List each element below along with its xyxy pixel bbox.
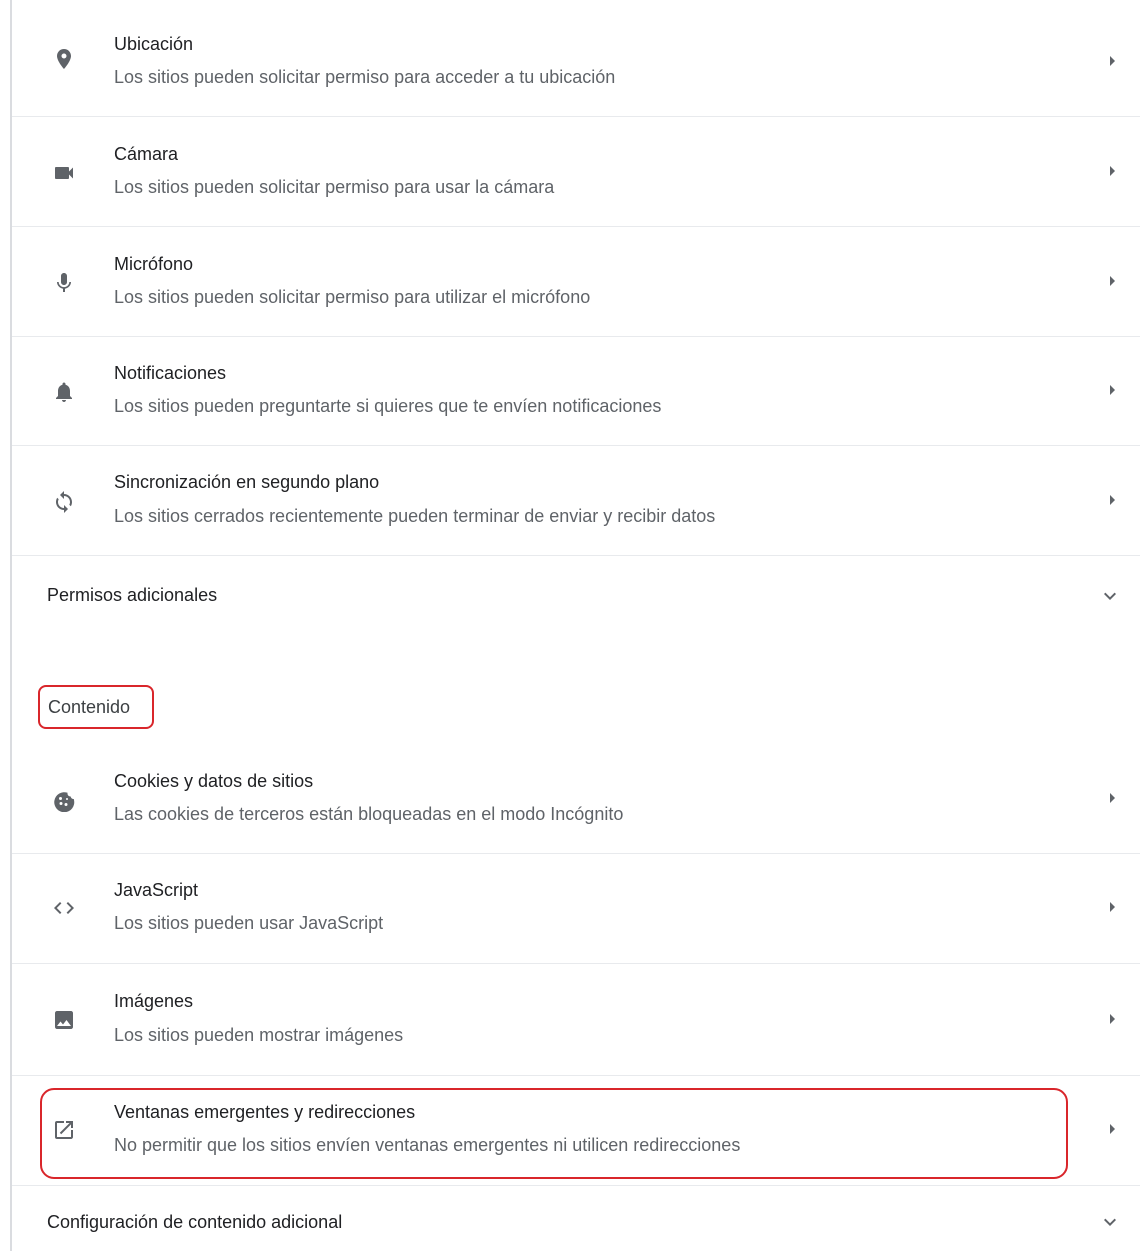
arrow-right-icon xyxy=(1104,492,1120,508)
image-icon xyxy=(50,1006,78,1034)
setting-title: JavaScript xyxy=(114,880,199,900)
setting-row-cookies[interactable]: Cookies y datos de sitios Las cookies de… xyxy=(12,747,1140,854)
setting-title: Ventanas emergentes y redirecciones xyxy=(114,1102,416,1122)
setting-title: Micrófono xyxy=(114,254,194,274)
setting-subtitle: No permitir que los sitios envíen ventan… xyxy=(114,1135,741,1155)
arrow-right-icon xyxy=(1104,382,1120,398)
sync-icon xyxy=(50,488,78,516)
expander-label: Configuración de contenido adicional xyxy=(47,1212,343,1232)
code-icon xyxy=(50,894,78,922)
arrow-right-icon xyxy=(1104,1011,1120,1027)
open-in-new-icon xyxy=(50,1116,78,1144)
microphone-icon xyxy=(50,269,78,297)
arrow-right-icon xyxy=(1104,899,1120,915)
arrow-right-icon xyxy=(1104,790,1120,806)
setting-row-location[interactable]: Ubicación Los sitios pueden solicitar pe… xyxy=(12,0,1140,117)
setting-subtitle: Los sitios pueden solicitar permiso para… xyxy=(114,287,591,307)
content-settings-list: Cookies y datos de sitios Las cookies de… xyxy=(12,747,1140,1186)
setting-subtitle: Los sitios pueden preguntarte si quieres… xyxy=(114,396,662,416)
setting-subtitle: Los sitios pueden solicitar permiso para… xyxy=(114,67,616,87)
settings-list: Ubicación Los sitios pueden solicitar pe… xyxy=(12,0,1140,556)
camera-icon xyxy=(50,159,78,187)
setting-row-javascript[interactable]: JavaScript Los sitios pueden usar JavaSc… xyxy=(12,854,1140,964)
section-heading-content: Contenido xyxy=(38,685,154,729)
setting-title: Imágenes xyxy=(114,991,194,1011)
arrow-right-icon xyxy=(1104,273,1120,289)
setting-row-images[interactable]: Imágenes Los sitios pueden mostrar imáge… xyxy=(12,964,1140,1076)
arrow-right-icon xyxy=(1104,1121,1120,1137)
additional-content-expander[interactable]: Configuración de contenido adicional xyxy=(12,1188,1140,1251)
setting-subtitle: Las cookies de terceros están bloqueadas… xyxy=(114,804,624,824)
chevron-down-icon xyxy=(1098,584,1122,608)
chevron-down-icon xyxy=(1098,1210,1122,1234)
setting-row-microphone[interactable]: Micrófono Los sitios pueden solicitar pe… xyxy=(12,227,1140,337)
setting-title: Cámara xyxy=(114,144,179,164)
expander-label: Permisos adicionales xyxy=(47,585,218,605)
arrow-right-icon xyxy=(1104,53,1120,69)
setting-title: Notificaciones xyxy=(114,363,227,383)
setting-title: Sincronización en segundo plano xyxy=(114,472,380,492)
setting-title: Ubicación xyxy=(114,34,194,54)
setting-row-notifications[interactable]: Notificaciones Los sitios pueden pregunt… xyxy=(12,337,1140,446)
setting-subtitle: Los sitios pueden solicitar permiso para… xyxy=(114,177,555,197)
cookie-icon xyxy=(50,786,78,814)
setting-row-background-sync[interactable]: Sincronización en segundo plano Los siti… xyxy=(12,446,1140,556)
setting-row-camera[interactable]: Cámara Los sitios pueden solicitar permi… xyxy=(12,117,1140,227)
location-pin-icon xyxy=(50,45,78,73)
setting-row-popups-redirects[interactable]: Ventanas emergentes y redirecciones No p… xyxy=(12,1076,1140,1186)
additional-permissions-expander[interactable]: Permisos adicionales xyxy=(12,556,1140,636)
bell-icon xyxy=(50,378,78,406)
arrow-right-icon xyxy=(1104,163,1120,179)
setting-subtitle: Los sitios pueden mostrar imágenes xyxy=(114,1025,404,1045)
setting-title: Cookies y datos de sitios xyxy=(114,771,314,791)
setting-subtitle: Los sitios pueden usar JavaScript xyxy=(114,913,384,933)
setting-subtitle: Los sitios cerrados recientemente pueden… xyxy=(114,506,716,526)
